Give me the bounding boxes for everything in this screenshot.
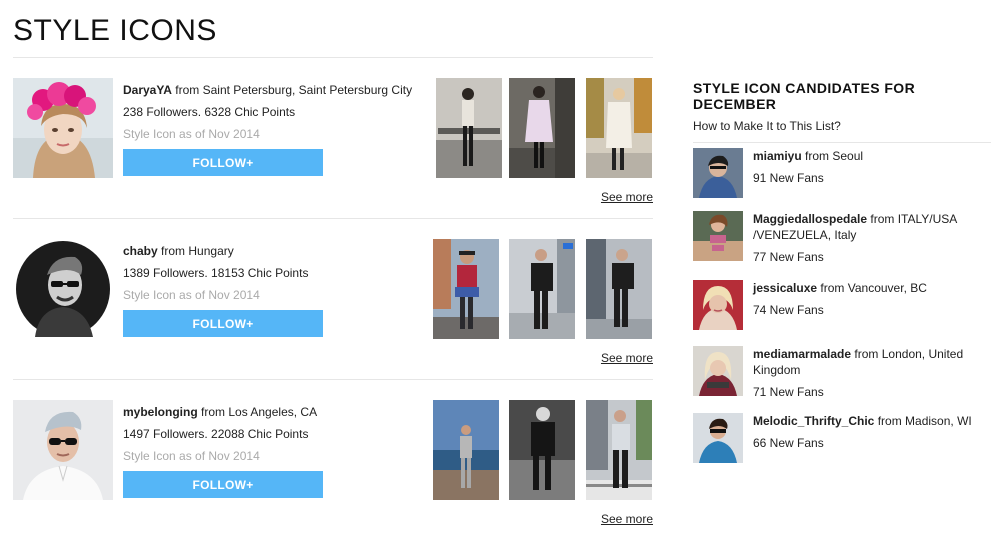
row-divider (13, 218, 653, 219)
username[interactable]: chaby (123, 244, 158, 258)
candidate-username[interactable]: Melodic_Thrifty_Chic (753, 414, 874, 428)
candidate-username[interactable]: miamiyu (753, 149, 802, 163)
see-more-link[interactable]: See more (601, 190, 653, 204)
from-label: from (805, 149, 830, 163)
candidate-avatar[interactable] (693, 211, 743, 261)
follow-button[interactable]: FOLLOW+ (123, 471, 323, 498)
candidate-location: Madison, WI (905, 414, 972, 428)
sidebar-divider (693, 142, 991, 143)
from-label: from (161, 244, 186, 258)
candidate-avatar[interactable] (693, 280, 743, 330)
outfit-thumbnail[interactable] (433, 400, 499, 500)
candidate-fans: 66 New Fans (753, 436, 824, 450)
location: Los Angeles, CA (228, 405, 318, 419)
candidate-location: Vancouver, BC (847, 281, 927, 295)
candidate-location: Seoul (832, 149, 864, 163)
avatar[interactable] (13, 239, 113, 339)
from-label: from (201, 405, 226, 419)
candidate-fans: 91 New Fans (753, 171, 824, 185)
outfit-thumbnail[interactable] (509, 78, 575, 178)
icon-info: chaby from Hungary 1389 Followers. 18153… (123, 243, 308, 309)
icon-since: Style Icon as of Nov 2014 (123, 449, 260, 463)
page-title: STYLE ICONS (13, 14, 217, 47)
follower-stats: 238 Followers. 6328 Chic Points (123, 105, 296, 119)
outfit-thumbnail[interactable] (586, 78, 652, 178)
username[interactable]: mybelonging (123, 405, 198, 419)
outfit-thumbnail[interactable] (509, 239, 575, 339)
from-label: from (820, 281, 845, 295)
outfit-thumbnail[interactable] (436, 78, 502, 178)
icon-since: Style Icon as of Nov 2014 (123, 127, 260, 141)
title-divider (13, 57, 653, 58)
avatar[interactable] (13, 78, 113, 178)
candidate-avatar[interactable] (693, 148, 743, 198)
from-label: from (870, 212, 895, 226)
row-divider (13, 379, 653, 380)
icon-since: Style Icon as of Nov 2014 (123, 288, 260, 302)
candidate-avatar[interactable] (693, 413, 743, 463)
from-label: from (877, 414, 902, 428)
see-more-link[interactable]: See more (601, 351, 653, 365)
icon-info: DaryaYA from Saint Petersburg, Saint Pet… (123, 82, 412, 148)
icon-info: mybelonging from Los Angeles, CA 1497 Fo… (123, 404, 317, 470)
how-to-link[interactable]: How to Make It to This List? (693, 119, 991, 133)
candidate-fans: 77 New Fans (753, 250, 824, 264)
outfit-thumbnail[interactable] (586, 400, 652, 500)
sidebar-title: STYLE ICON CANDIDATES FOR DECEMBER (693, 80, 916, 112)
style-icon-row: DaryaYA from Saint Petersburg, Saint Pet… (13, 78, 653, 218)
from-label: from (175, 83, 200, 97)
follower-stats: 1497 Followers. 22088 Chic Points (123, 427, 309, 441)
see-more-link[interactable]: See more (601, 512, 653, 526)
outfit-thumbnail[interactable] (509, 400, 575, 500)
from-label: from (854, 347, 879, 361)
candidate-username[interactable]: Maggiedallospedale (753, 212, 867, 226)
candidate-username[interactable]: jessicaluxe (753, 281, 817, 295)
style-icon-row: chaby from Hungary 1389 Followers. 18153… (13, 239, 653, 379)
username[interactable]: DaryaYA (123, 83, 172, 97)
candidate-username[interactable]: mediamarmalade (753, 347, 851, 361)
outfit-thumbnail[interactable] (433, 239, 499, 339)
candidate-fans: 71 New Fans (753, 385, 824, 399)
follow-button[interactable]: FOLLOW+ (123, 310, 323, 337)
style-icon-row: mybelonging from Los Angeles, CA 1497 Fo… (13, 400, 653, 540)
candidates-sidebar: STYLE ICON CANDIDATES FOR DECEMBER How t… (693, 80, 991, 463)
location: Hungary (188, 244, 234, 258)
outfit-thumbnail[interactable] (586, 239, 652, 339)
candidate-avatar[interactable] (693, 346, 743, 396)
location: Saint Petersburg, Saint Petersburg City (202, 83, 413, 97)
follower-stats: 1389 Followers. 18153 Chic Points (123, 266, 309, 280)
follow-button[interactable]: FOLLOW+ (123, 149, 323, 176)
avatar[interactable] (13, 400, 113, 500)
candidate-fans: 74 New Fans (753, 303, 824, 317)
